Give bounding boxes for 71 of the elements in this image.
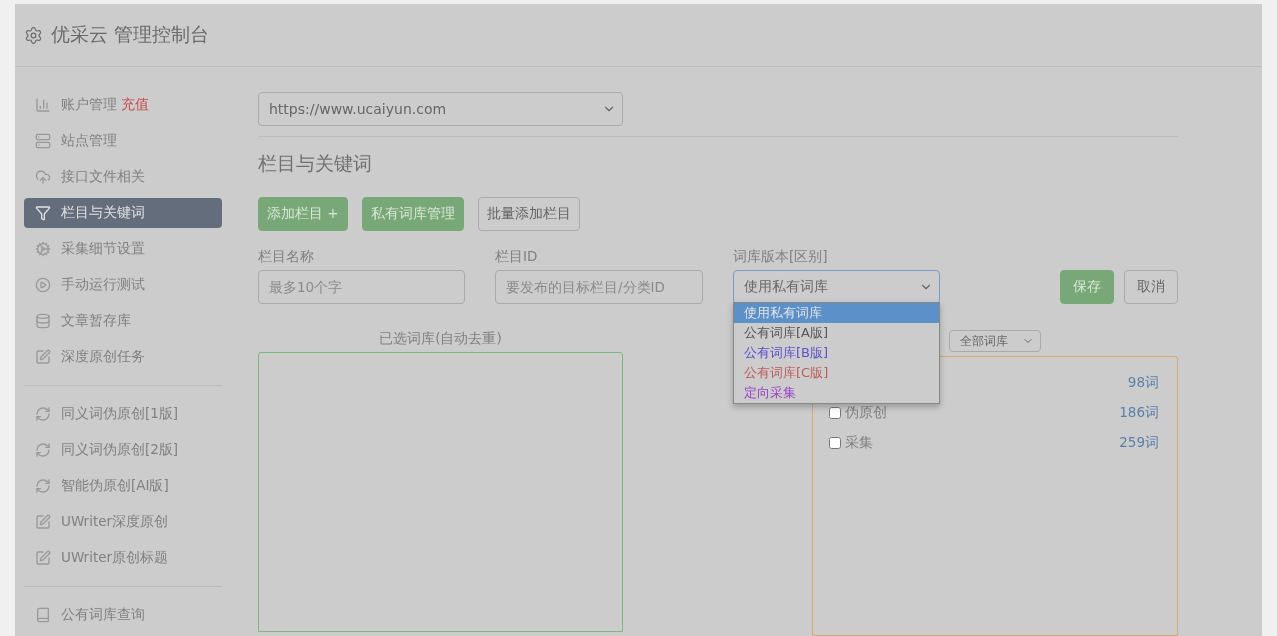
sidebar-label: 账户管理 [61,96,117,114]
toolbar-button[interactable]: 添加栏目 + [258,197,348,231]
sidebar-label: 智能伪原创[AI版] [61,477,169,495]
dropdown-option[interactable]: 公有词库[C版] [734,363,939,383]
server-icon [35,133,51,149]
cloud-upload-icon [35,169,51,185]
sidebar-label: 手动运行测试 [61,276,145,294]
sidebar-label: UWriter原创标题 [61,549,169,567]
sidebar-item[interactable]: 同义词伪原创[1版] [24,399,222,429]
database-icon [35,313,51,329]
panel-title: 已选词库(自动去重) [378,330,503,348]
sidebar-item[interactable]: 同义词伪原创[2版] [24,435,222,465]
recharge-link[interactable]: 充值 [121,96,149,114]
edit-icon [35,514,51,530]
field-label: 栏目ID [495,248,539,266]
sidebar-item[interactable]: 采集细节设置 [24,234,222,264]
save-button[interactable]: 保存 [1060,270,1114,304]
library-checkbox[interactable] [829,436,841,449]
refresh-icon [35,406,51,422]
library-name: 伪原创 [845,403,887,422]
cancel-button[interactable]: 取消 [1124,270,1178,304]
dropdown-option[interactable]: 公有词库[B版] [734,343,939,363]
name-input[interactable]: 最多10个字 [258,270,465,304]
section-title: 栏目与关键词 [258,151,373,176]
refresh-icon [35,478,51,494]
dropdown-option[interactable]: 公有词库[A版] [734,323,939,343]
toolbar-button[interactable]: 批量添加栏目 [477,197,580,231]
sidebar-label: 同义词伪原创[2版] [61,441,179,459]
sidebar-label: 接口文件相关 [61,168,145,186]
sidebar-item[interactable]: 手动运行测试 [24,270,222,300]
play-icon [35,277,51,293]
sidebar-item[interactable]: 深度原创任务 [24,342,222,372]
sidebar-label: 同义词伪原创[1版] [61,405,179,423]
site-select[interactable]: https://www.ucaiyun.com [258,92,623,126]
gears-icon [35,241,51,257]
sidebar-item[interactable]: UWriter深度原创 [24,507,222,537]
settings-icon [24,25,43,45]
sidebar-item[interactable]: 账户管理 充值 [24,90,222,120]
sidebar-item[interactable]: 接口文件相关 [24,162,222,192]
sidebar-label: 公有词库查询 [61,606,145,624]
sidebar-item[interactable]: 智能伪原创[AI版] [24,471,222,501]
refresh-icon [35,442,51,458]
toolbar-button[interactable]: 私有词库管理 [361,197,464,231]
dropdown-option[interactable]: 使用私有词库 [734,303,939,323]
id-input[interactable]: 要发布的目标栏目/分类ID [495,270,703,304]
sidebar-label: 站点管理 [61,132,117,150]
sidebar-label: 文章暂存库 [61,312,131,330]
library-name: 采集 [845,433,873,452]
filter-icon [35,205,51,221]
sidebar-label: 采集细节设置 [61,240,145,258]
sidebar-label: 深度原创任务 [61,348,145,366]
sidebar-item[interactable]: 站点管理 [24,126,222,156]
edit-icon [35,349,51,365]
app-title: 优采云 管理控制台 [51,22,210,47]
edit-icon [35,550,51,566]
sidebar-item[interactable]: 公有词库查询 [24,600,222,630]
field-label: 栏目名称 [258,248,315,266]
sidebar-item[interactable]: UWriter原创标题 [24,543,222,573]
sidebar-item[interactable]: 栏目与关键词 [24,198,222,228]
sidebar-label: UWriter深度原创 [61,513,169,531]
word-count: 186词 [1119,403,1159,422]
sidebar-item[interactable]: 文章暂存库 [24,306,222,336]
library-checkbox[interactable] [829,406,841,419]
book-icon [35,607,51,623]
dropdown-option[interactable]: 定向采集 [734,383,939,403]
word-count: 259词 [1119,433,1159,452]
field-label: 词库版本[区别] [733,248,829,266]
sidebar-label: 栏目与关键词 [61,204,145,222]
word-count: 98词 [1127,373,1159,392]
library-filter-select[interactable]: 全部词库 [949,330,1041,352]
bar-chart-icon [35,97,51,113]
